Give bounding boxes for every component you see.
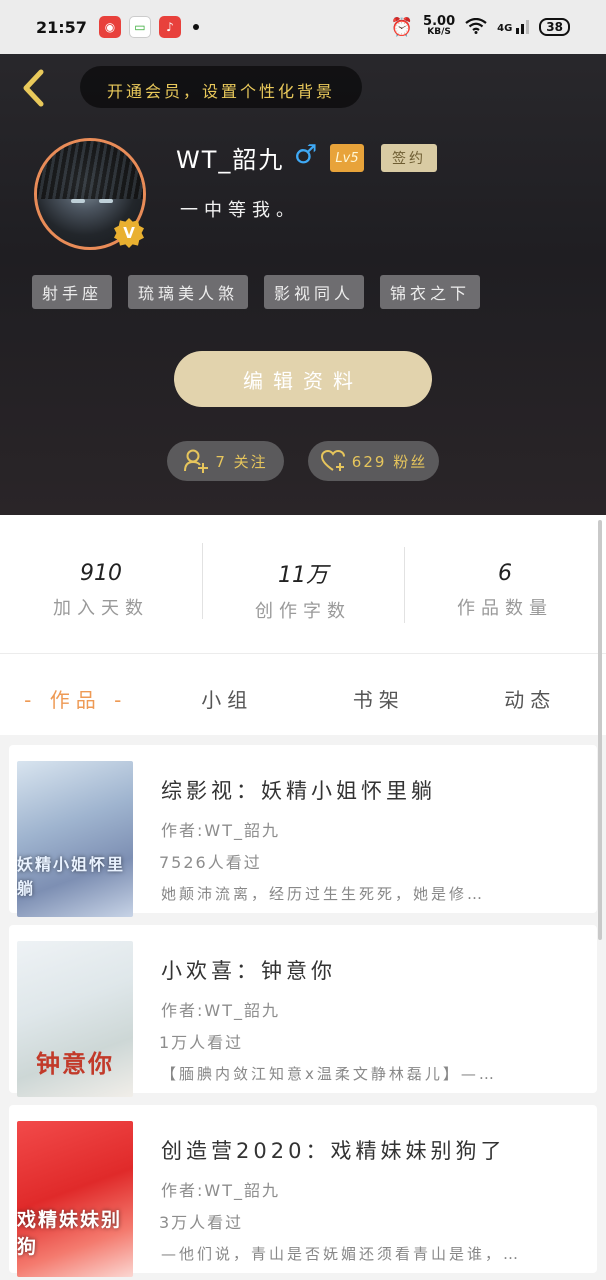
- user-bio: 一中等我。: [180, 200, 300, 221]
- profile-tag[interactable]: 琉璃美人煞: [128, 275, 249, 309]
- back-button[interactable]: [18, 68, 48, 108]
- following-button[interactable]: 7 关注: [167, 441, 284, 481]
- tab-works[interactable]: 作品: [0, 676, 152, 713]
- username: WT_韶九: [176, 146, 285, 174]
- work-description: 她颠沛流离，经历过生生死死，她是修…: [161, 885, 486, 903]
- heart-icon: [320, 449, 345, 471]
- add-user-icon: [184, 449, 209, 473]
- stat-join-days: 910 加入天数: [0, 549, 202, 620]
- fans-button[interactable]: 629 粉丝: [308, 441, 439, 481]
- app-notification-icon: ◉: [98, 16, 121, 38]
- work-title: 综影视：妖精小姐怀里躺: [161, 779, 436, 803]
- work-author: 作者:WT_韶九: [161, 1181, 280, 1200]
- profile-tag[interactable]: 影视同人: [264, 275, 365, 309]
- alarm-icon: ⏰: [390, 16, 414, 38]
- signed-author-badge: 签约: [381, 144, 437, 172]
- work-views: 1万人看过: [159, 1033, 244, 1052]
- work-author: 作者:WT_韶九: [161, 1001, 280, 1020]
- chevron-left-icon: [23, 69, 44, 107]
- stat-label: 创作字数: [255, 601, 351, 622]
- status-time: 21:57: [36, 17, 87, 37]
- work-views: 3万人看过: [159, 1213, 244, 1232]
- work-card[interactable]: 戏精妹妹别狗 创造营2020：戏精妹妹别狗了 作者:WT_韶九 3万人看过 —他…: [9, 1105, 597, 1277]
- tab-groups[interactable]: 小组: [152, 676, 304, 713]
- stat-label: 作品数量: [457, 597, 553, 619]
- cellular-signal-icon: 4G: [497, 20, 530, 34]
- work-author: 作者:WT_韶九: [161, 821, 280, 840]
- work-description: 【腼腆内敛江知意x温柔文静林磊儿】—…: [161, 1065, 497, 1083]
- status-right: ⏰ 5.00 KB/S 4G 38: [390, 14, 570, 38]
- stat-work-count: 6 作品数量: [404, 546, 606, 623]
- music-notification-icon: ♪: [158, 16, 181, 38]
- following-count: 7 关注: [215, 452, 268, 471]
- stat-word-count: 11万 创作字数: [202, 543, 404, 623]
- work-card[interactable]: 钟意你 小欢喜：钟意你 作者:WT_韶九 1万人看过 【腼腆内敛江知意x温柔文静…: [9, 925, 597, 1097]
- more-notifications-icon: [192, 24, 199, 30]
- stat-value: 6: [498, 560, 512, 586]
- battery-indicator: 38: [539, 18, 570, 36]
- work-card[interactable]: 妖精小姐怀里躺 综影视：妖精小姐怀里躺 作者:WT_韶九 7526人看过 她颠沛…: [9, 745, 597, 917]
- tab-bookshelf[interactable]: 书架: [303, 676, 455, 713]
- stats-bar: 910 加入天数 11万 创作字数 6 作品数量: [0, 515, 606, 653]
- work-description: —他们说，青山是否妩媚还须看青山是谁，…: [161, 1245, 522, 1263]
- profile-tag[interactable]: 射手座: [32, 275, 113, 309]
- book-cover: 钟意你: [17, 941, 133, 1097]
- profile-header: 21:57 ◉ ▭ ♪ ⏰ 5.00 KB/S 4G 38 开通会员，设置个性化…: [0, 0, 606, 515]
- male-gender-icon: ♂: [294, 140, 318, 170]
- edit-profile-button[interactable]: 编辑资料: [174, 351, 432, 407]
- network-speed: 5.00 KB/S: [423, 14, 456, 37]
- profile-tabs: 作品 小组 书架 动态: [0, 653, 606, 735]
- level-badge: Lv5: [330, 144, 364, 172]
- wifi-icon: [465, 17, 487, 37]
- book-cover: 戏精妹妹别狗: [17, 1121, 133, 1277]
- status-bar: 21:57 ◉ ▭ ♪ ⏰ 5.00 KB/S 4G 38: [0, 0, 606, 54]
- stat-value: 11万: [278, 563, 328, 588]
- stat-label: 加入天数: [53, 597, 149, 619]
- stat-value: 910: [80, 560, 122, 586]
- book-cover: 妖精小姐怀里躺: [17, 761, 133, 917]
- works-list: 妖精小姐怀里躺 综影视：妖精小姐怀里躺 作者:WT_韶九 7526人看过 她颠沛…: [0, 735, 606, 1280]
- shop-notification-icon: ▭: [128, 16, 151, 38]
- fans-count: 629 粉丝: [351, 452, 428, 471]
- work-title: 小欢喜：钟意你: [161, 959, 336, 983]
- vip-upgrade-banner[interactable]: 开通会员，设置个性化背景: [80, 66, 362, 108]
- profile-tag[interactable]: 锦衣之下: [380, 275, 481, 309]
- tab-activity[interactable]: 动态: [455, 676, 606, 713]
- work-views: 7526人看过: [159, 853, 262, 872]
- work-title: 创造营2020：戏精妹妹别狗了: [161, 1139, 506, 1163]
- profile-tags: 射手座 琉璃美人煞 影视同人 锦衣之下: [32, 275, 481, 309]
- scrollbar[interactable]: [598, 520, 602, 940]
